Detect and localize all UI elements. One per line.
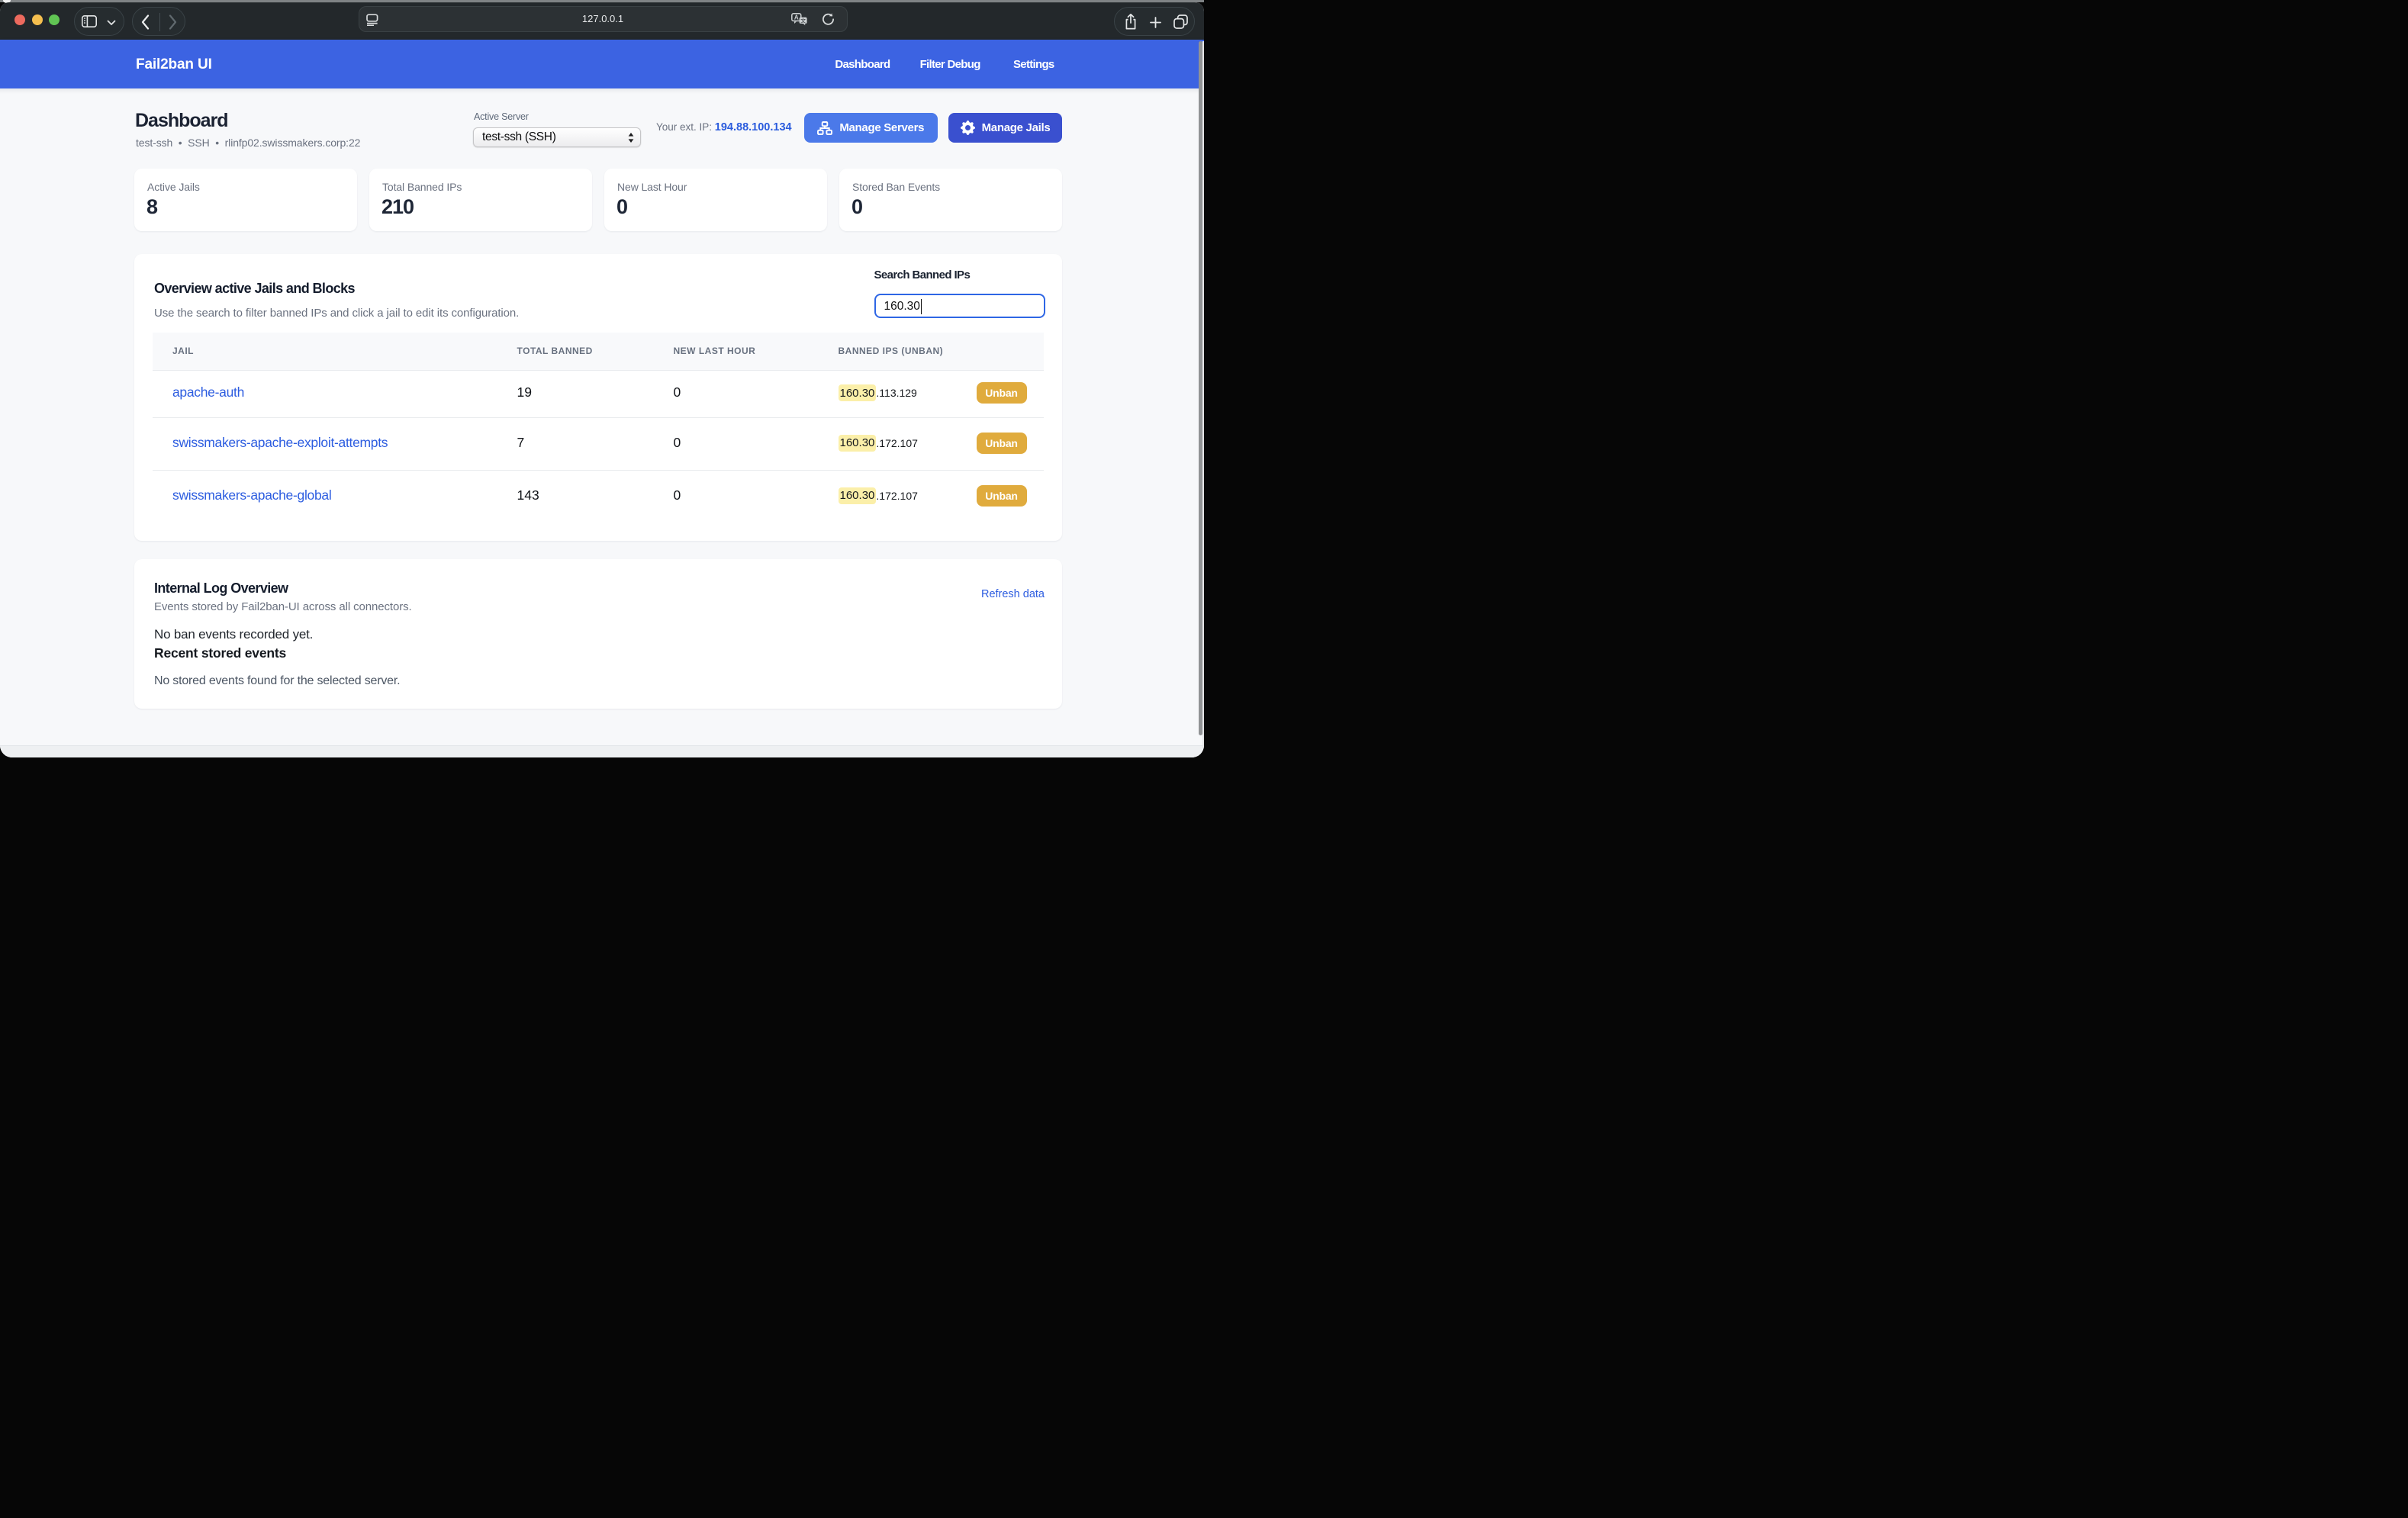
svg-text:文: 文 bbox=[800, 17, 806, 24]
svg-text:A: A bbox=[794, 14, 798, 21]
